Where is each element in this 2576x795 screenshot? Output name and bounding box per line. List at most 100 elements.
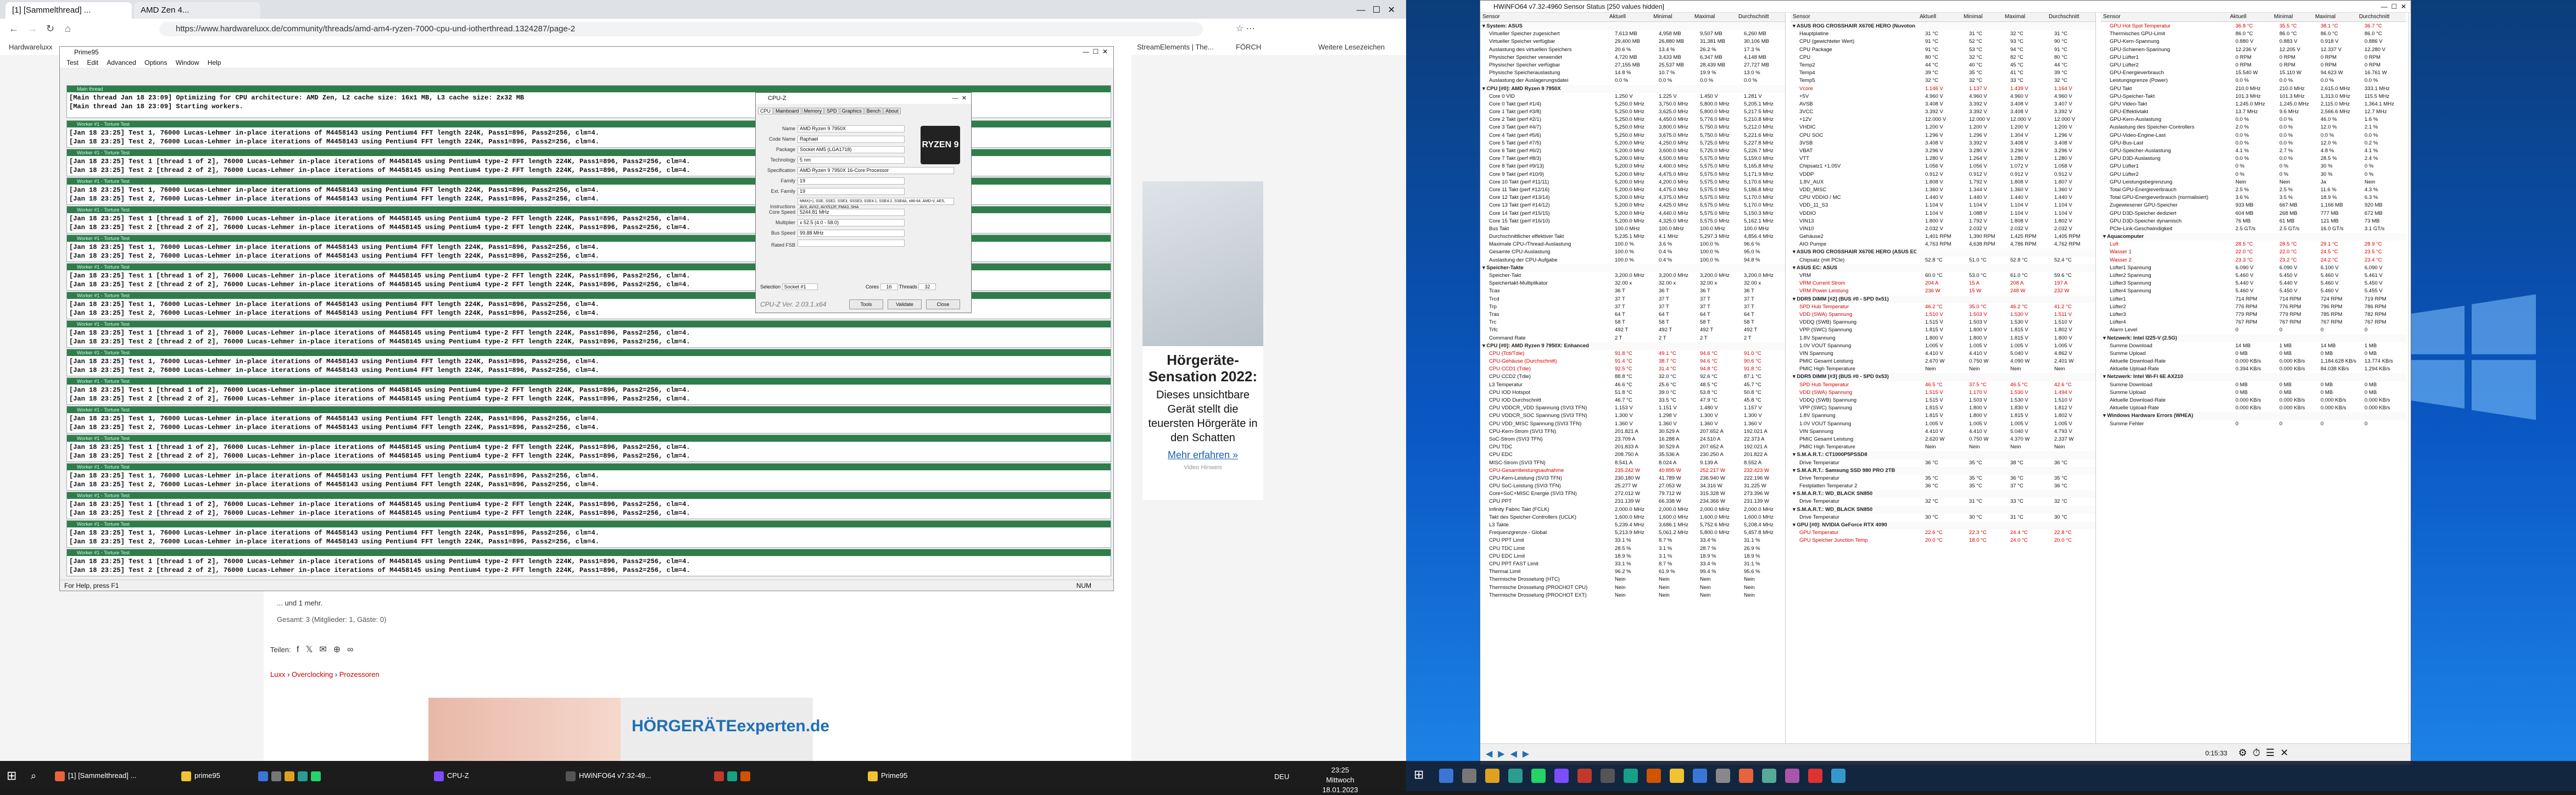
sensor-row[interactable]: VDD_MISC 1.360 V 1.344 V 1.360 V 1.360 V xyxy=(1791,186,2095,194)
sensor-row[interactable]: Drive Temperatur 32 °C 31 °C 33 °C 32 °C xyxy=(1791,498,2095,505)
sensor-group[interactable]: ▾ ASUS ROG CROSSHAIR X670E HERO (Nuvoton… xyxy=(1791,23,2095,31)
sensor-row[interactable]: CPU VDD_MISC Spannung (SVI3 TFN) 1.360 V1… xyxy=(1480,420,1785,428)
taskbar-app-icon[interactable] xyxy=(1716,769,1730,783)
sensor-row[interactable]: Auslastung der Auslagerungsdatei 0.0 % 0.0… xyxy=(1480,77,1785,85)
sensor-group[interactable]: ▾ S.M.A.R.T.: WD_BLACK SN850 xyxy=(1791,505,2095,514)
sensor-row[interactable]: GPU-Effektivtakt 13.7 MHz 9.6 MHz 2,566.6 M… xyxy=(2101,108,2406,116)
sensor-row[interactable]: GPU D3D-Speicher dediziert 604 MB 268 MB 77… xyxy=(2101,210,2406,218)
menu-help[interactable]: Help xyxy=(208,59,221,66)
reload-icon[interactable]: ↻ xyxy=(46,23,54,35)
taskbar-app-icon[interactable] xyxy=(1577,769,1592,783)
sensor-row[interactable]: Virtueller Speicher verfügbar 29,400 MB 26… xyxy=(1480,38,1785,46)
sensor-row[interactable]: PMIC High Temperature Nein Nein Nein Nein xyxy=(1791,443,2095,451)
header-cell[interactable]: Sensor xyxy=(1482,13,1500,21)
sensor-row[interactable]: Core 9 Takt (perf #10/9) 5,200.0 MHz 4,475… xyxy=(1480,171,1785,179)
start-icon[interactable]: ⊞ xyxy=(1414,768,1424,782)
reply-more[interactable]: ... und 1 mehr. xyxy=(277,599,322,607)
sensor-row[interactable]: GPU D3D-Auslastung 0.0 % 0.0 % 28.5 % 2.4 % xyxy=(2101,155,2406,163)
sensor-row[interactable]: L3 Temperatur 46.6 °C 25.6 °C 48.5 °C 45.7 °… xyxy=(1480,381,1785,389)
sensor-row[interactable]: Tras 64 T 64 T 64 T 64 T xyxy=(1480,311,1785,319)
worker-window[interactable]: Worker #1 - Torture Test [Jan 18 23:25] T… xyxy=(66,320,1111,348)
header-cell[interactable]: Maximal xyxy=(2315,13,2335,21)
sensor-row[interactable]: +5V 4.960 V 4.960 V 4.960 V 4.960 V xyxy=(1791,93,2095,101)
sensor-row[interactable]: +12V 12.000 V 12.000 V 12.000 V 12.000 V xyxy=(1791,116,2095,124)
taskbar-app-icon[interactable] xyxy=(1762,769,1776,783)
sensor-row[interactable]: Core 8 Takt (perf #9/13) 5,200.0 MHz 4,400… xyxy=(1480,163,1785,170)
sensor-group[interactable]: ▾ DDR5 DIMM [#3] (BUS #0 - SPD 0x53) xyxy=(1791,373,2095,381)
sensor-row[interactable]: Infinity Fabric Takt (FCLK) 2,000.0 MHz 2,… xyxy=(1480,506,1785,514)
worker-window[interactable]: Worker #1 - Torture Test [Jan 18 23:25] T… xyxy=(66,349,1111,376)
sensor-row[interactable]: Core 0 Takt (perf #1/4) 5,250.0 MHz 3,750.… xyxy=(1480,101,1785,108)
sensor-row[interactable]: GPU Lüfter1 0 % 0 % 30 % 0 % xyxy=(2101,163,2406,170)
sensor-row[interactable]: Lüfter3 Spannung 5.440 V 5.440 V 5.460 V 5.4… xyxy=(2101,280,2406,287)
sensor-row[interactable]: CPU PPT 231.139 W 66.338 W 234.366 W 231.139… xyxy=(1480,498,1785,505)
sensor-group[interactable]: ▾ S.M.A.R.T.: WD_BLACK SN850 xyxy=(1791,490,2095,498)
sensor-group[interactable]: ▾ S.M.A.R.T.: Samsung SSD 980 PRO 2TB xyxy=(1791,466,2095,475)
sensor-row[interactable]: Drive Temperatur 30 °C 30 °C 31 °C 30 °C xyxy=(1791,514,2095,521)
sensor-row[interactable]: Thermisches GPU-Limit 86.0 °C 86.0 °C 86.0 … xyxy=(2101,30,2406,38)
cpuz-window-controls[interactable]: — ✕ xyxy=(952,94,967,102)
sensor-row[interactable]: 1.8V Spannung 1.815 V 1.800 V 1.815 V 1.802 … xyxy=(1791,412,2095,420)
header-cell[interactable]: Sensor xyxy=(1793,13,1810,21)
sensor-row[interactable]: CPU-Kern-Leistung (SVI3 TFN) 230.180 W 41.… xyxy=(1480,475,1785,482)
sensor-row[interactable]: SPD Hub Temperatur 46.5 °C 37.5 °C 46.5 °C 4… xyxy=(1791,381,2095,389)
sensor-row[interactable]: Zugewiesener GPU-Speicher 933 MB 667 MB 1,1… xyxy=(2101,202,2406,209)
sensor-column-3[interactable]: Sensor Aktuell Minimal Maximal Durchschnitt G… xyxy=(2101,13,2409,743)
sensor-row[interactable]: Summe Download 14 MB 1 MB 14 MB 1 MB xyxy=(2101,342,2406,350)
sensor-row[interactable]: Core 5 Takt (perf #7/5) 5,200.0 MHz 4,250.… xyxy=(1480,140,1785,147)
taskbar-app-icon[interactable] xyxy=(1554,769,1569,783)
sensor-row[interactable]: Chipsatz1 +1.05V 1.056 V 1.056 V 1.072 V 1.0… xyxy=(1791,163,2095,170)
sidebar-ad[interactable]: Hörgeräte-Sensation 2022: Dieses unsicht… xyxy=(1142,181,1263,500)
sensor-row[interactable]: SPD Hub Temperatur 46.2 °C 35.0 °C 46.2 °C 4… xyxy=(1791,303,2095,311)
sensor-row[interactable]: Hauptplatine 31 °C 31 °C 32 °C 31 °C xyxy=(1791,30,2095,38)
sensor-row[interactable]: AVSB 3.408 V 3.392 V 3.408 V 3.407 V xyxy=(1791,101,2095,108)
sensor-group[interactable]: ▾ ASUS EC: ASUS xyxy=(1791,264,2095,272)
sensor-row[interactable]: CPU PPT FAST Limit 33.1 % 8.7 % 33.4 % 31.1 … xyxy=(1480,560,1785,568)
sensor-row[interactable]: AIO Pumpe 4,763 RPM 4,638 RPM 4,786 RPM 4,76… xyxy=(1791,241,2095,248)
sensor-row[interactable]: GPU-Schienen-Spannung 12.236 V 12.205 V 12.… xyxy=(2101,46,2406,54)
taskbar-icons-2[interactable] xyxy=(714,765,754,786)
worker-window[interactable]: Worker #1 - Torture Test [Jan 18 23:25] T… xyxy=(66,492,1111,519)
sensor-row[interactable]: CPU VDDIO / MC 1.440 V 1.440 V 1.440 V 1.440… xyxy=(1791,194,2095,202)
ad-link[interactable]: Mehr erfahren » xyxy=(1148,449,1258,461)
sensor-row[interactable]: Wasser 2 23.3 °C 23.2 °C 24.2 °C 23.4 °C xyxy=(2101,257,2406,264)
search-icon[interactable]: ⌕ xyxy=(31,765,36,786)
taskbar-app-icon[interactable] xyxy=(1508,769,1523,783)
sensor-row[interactable]: Leistungsgrenze (Power) 0.0 % 0.0 % 0.0 % 0.… xyxy=(2101,77,2406,85)
sensor-row[interactable]: CPU SoC-Leistung (SVI3 TFN) 25.277 W 27.05… xyxy=(1480,482,1785,490)
url-input[interactable]: https://www.hardwareluxx.de/community/th… xyxy=(159,22,1203,36)
sensor-row[interactable]: GPU-Kern-Spannung 0.880 V 0.883 V 0.918 V 0.… xyxy=(2101,38,2406,46)
sensor-group[interactable]: ▾ Netzwerk: Intel I225-V (2.5G) xyxy=(2101,334,2406,342)
sensor-group[interactable]: ▾ Netzwerk: Intel Wi-Fi 6E AX210 xyxy=(2101,373,2406,381)
sensor-row[interactable]: Summe Upload 0 MB 0 MB 0 MB 0 MB xyxy=(2101,350,2406,358)
sensor-row[interactable]: VDDQ (SWB) Spannung 1.515 V 1.503 V 1.530 V… xyxy=(1791,319,2095,326)
browser-tab-1[interactable]: [1] [Sammelthread] ... xyxy=(5,2,132,19)
sensor-row[interactable]: Thermische Drosselung (HTC) Nein Nein Nein N… xyxy=(1480,576,1785,583)
sensor-row[interactable]: Gehäuse2 1,401 RPM 1,390 RPM 1,425 RPM 1,405… xyxy=(1791,233,2095,241)
back-icon[interactable]: ← xyxy=(9,23,19,35)
sensor-row[interactable]: Summe Fehler 0 0 0 0 xyxy=(2101,420,2406,428)
sensor-row[interactable]: VIN10 2.032 V 2.032 V 2.032 V 2.032 V xyxy=(1791,225,2095,233)
sensor-row[interactable]: Physischer Speicher verfügbar 27,155 MB 25… xyxy=(1480,62,1785,69)
sensor-row[interactable]: GPU Speicher Junction Temp 20.0 °C 18.0 °C… xyxy=(1791,537,2095,544)
sensor-row[interactable]: CPU TDC Limit 28.5 % 3.1 % 28.7 % 26.9 % xyxy=(1480,545,1785,553)
sensor-row[interactable]: Speichertakt-Multiplikator 32.00 x 32.00 x… xyxy=(1480,280,1785,287)
home-icon[interactable]: ⌂ xyxy=(65,23,71,35)
sensor-row[interactable]: Temp5 32 °C 32 °C 33 °C 32 °C xyxy=(1791,77,2095,85)
sensor-row[interactable]: Summe Download 0 MB 0 MB 0 MB 0 MB xyxy=(2101,381,2406,389)
header-cell[interactable]: Durchschnitt xyxy=(2049,13,2079,21)
taskbar-app-icon[interactable] xyxy=(1647,769,1661,783)
worker-window[interactable]: Worker #1 - Torture Test [Jan 18 23:25] T… xyxy=(66,463,1111,491)
sensor-row[interactable]: CPU 80 °C 32 °C 82 °C 80 °C xyxy=(1791,54,2095,62)
worker-window[interactable]: Worker #1 - Torture Test [Jan 18 23:25] T… xyxy=(66,435,1111,462)
sensor-row[interactable]: Auslastung des Speicher-Controllers 2.0 %… xyxy=(2101,124,2406,131)
nav-arrows-icon[interactable]: ◀▶◀▶ xyxy=(1486,748,1535,759)
crumb[interactable]: Overclocking xyxy=(292,670,333,679)
browser-tab-2[interactable]: AMD Zen 4... xyxy=(134,2,260,19)
header-cell[interactable]: Sensor xyxy=(2103,13,2121,21)
tab-bench[interactable]: Bench xyxy=(864,108,883,114)
taskbar-app-icon[interactable] xyxy=(1670,769,1684,783)
worker-window[interactable]: Worker #1 - Torture Test [Jan 18 23:25] T… xyxy=(66,549,1111,576)
sensor-row[interactable]: Lüfter1 Spannung 6.090 V 6.090 V 6.100 V 6.0… xyxy=(2101,264,2406,272)
taskbar-app-icon[interactable] xyxy=(1439,769,1453,783)
